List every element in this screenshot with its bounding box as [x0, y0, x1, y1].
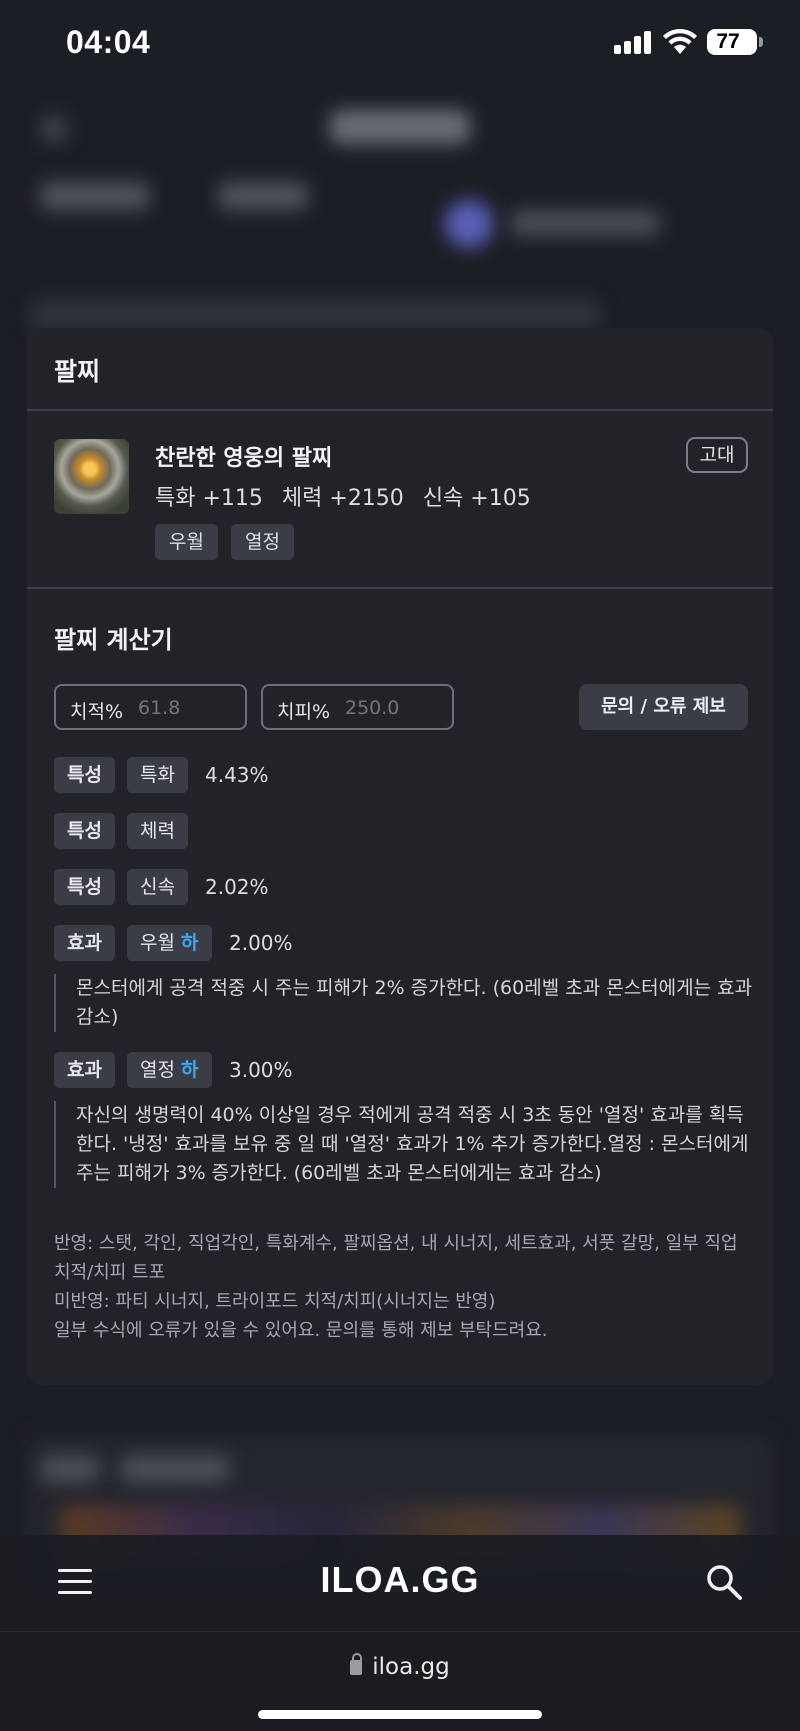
- browser-url-bar: iloa.gg: [0, 1631, 800, 1731]
- effect-name: 열정: [140, 1059, 175, 1081]
- row-name-tag: 우월 하: [127, 925, 212, 961]
- bracelet-item-icon: [54, 439, 129, 514]
- crit-damage-label: 치피%: [277, 701, 331, 723]
- row-value: 2.02%: [205, 875, 269, 899]
- tabs-blurred: [30, 300, 600, 330]
- stat-vitality: 체력 +2150: [281, 486, 404, 511]
- cellular-signal-icon: [614, 30, 652, 54]
- row-name-tag: 특화: [127, 757, 188, 793]
- item-name: 찬란한 영웅의 팔찌: [155, 446, 333, 471]
- home-indicator[interactable]: [258, 1710, 542, 1719]
- battery-icon: 77: [707, 29, 763, 55]
- row-type-tag: 특성: [54, 757, 115, 793]
- stat-specialization: 특화 +115: [155, 486, 263, 511]
- row-type-tag: 효과: [54, 925, 115, 961]
- url-display[interactable]: iloa.gg: [0, 1653, 800, 1680]
- avatar-blurred: [445, 200, 493, 248]
- crit-rate-input[interactable]: [138, 697, 233, 719]
- status-bar: 04:04 77: [0, 0, 800, 90]
- app-bottom-bar: ILOA.GG: [0, 1535, 800, 1631]
- card-title: 팔찌: [54, 357, 101, 386]
- page-title-blurred: [330, 110, 470, 144]
- clock: 04:04: [66, 24, 151, 60]
- note-not-applied: 미반영: 파티 시너지, 트라이포드 치적/치피(시너지는 반영): [54, 1291, 496, 1312]
- crit-rate-field[interactable]: 치적%: [54, 684, 247, 730]
- row-value: 2.00%: [229, 931, 293, 955]
- section-label-blurred: [120, 1455, 230, 1483]
- row-value: 3.00%: [229, 1058, 293, 1082]
- bracelet-card: 팔찌 찬란한 영웅의 팔찌 고대 특화 +115 체력 +2150 신속 +10…: [27, 328, 773, 1385]
- section-label-blurred: [40, 1455, 100, 1483]
- effect-description: 몬스터에게 공격 적중 시 주는 피해가 2% 증가한다. (60레벨 초과 몬…: [54, 974, 754, 1032]
- item-tag-passion: 열정: [231, 524, 294, 560]
- grade-badge: 고대: [686, 437, 748, 473]
- stat-swiftness: 신속 +105: [422, 486, 531, 511]
- item-stats: 특화 +115 체력 +2150 신속 +105: [155, 480, 543, 512]
- row-type-tag: 특성: [54, 813, 115, 849]
- url-text: iloa.gg: [372, 1654, 450, 1680]
- row-type-tag: 특성: [54, 869, 115, 905]
- effect-grade: 하: [181, 1059, 199, 1081]
- row-type-tag: 효과: [54, 1052, 115, 1088]
- back-button-blurred: [40, 115, 68, 143]
- effect-grade: 하: [181, 932, 199, 954]
- lock-icon: [350, 1653, 363, 1675]
- row-name-tag: 열정 하: [127, 1052, 212, 1088]
- crit-rate-label: 치적%: [70, 701, 124, 723]
- wifi-icon: [663, 28, 697, 54]
- effect-description: 자신의 생명력이 40% 이상일 경우 적에게 공격 적중 시 3초 동안 '열…: [54, 1101, 754, 1188]
- calculator-title: 팔찌 계산기: [54, 626, 173, 654]
- battery-level: 77: [716, 30, 740, 53]
- note-applied: 반영: 스탯, 각인, 직업각인, 특화계수, 팔찌옵션, 내 시너지, 세트효…: [54, 1233, 738, 1283]
- row-value: 4.43%: [205, 763, 269, 787]
- row-name-tag: 체력: [127, 813, 188, 849]
- search-icon[interactable]: [705, 1563, 743, 1601]
- divider: [27, 587, 773, 589]
- note-disclaimer: 일부 수식에 오류가 있을 수 있어요. 문의를 통해 제보 부탁드려요.: [54, 1320, 548, 1341]
- site-logo[interactable]: ILOA.GG: [0, 1559, 800, 1601]
- item-tag-superiority: 우월: [155, 524, 218, 560]
- info-blurred: [218, 182, 308, 210]
- name-blurred: [510, 210, 660, 236]
- report-error-button[interactable]: 문의 / 오류 제보: [579, 684, 748, 730]
- effect-name: 우월: [140, 932, 175, 954]
- crit-damage-input[interactable]: [345, 697, 440, 719]
- info-blurred: [40, 182, 150, 210]
- row-name-tag: 신속: [127, 869, 188, 905]
- calculator-notes: 반영: 스탯, 각인, 직업각인, 특화계수, 팔찌옵션, 내 시너지, 세트효…: [54, 1229, 744, 1345]
- crit-damage-field[interactable]: 치피%: [261, 684, 454, 730]
- divider: [27, 409, 773, 411]
